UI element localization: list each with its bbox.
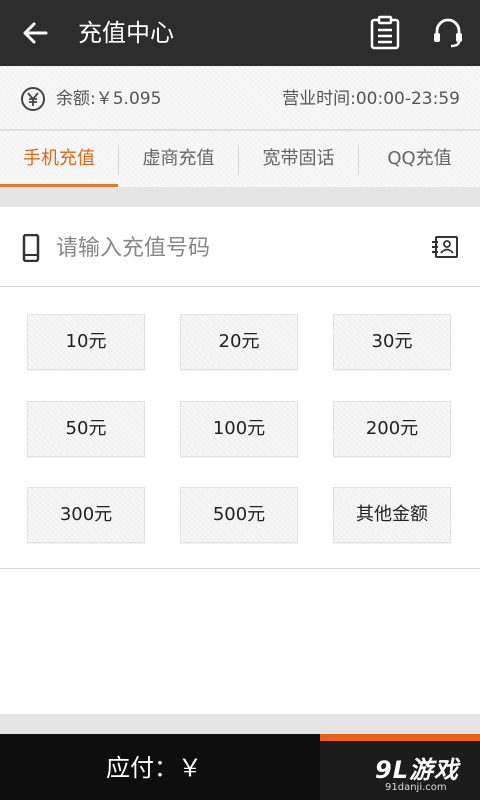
- business-hours: 营业时间:00:00-23:59: [282, 89, 460, 109]
- divider: [0, 286, 480, 287]
- balance-text: 余额:￥5.095: [56, 89, 162, 109]
- tab-mobile-recharge[interactable]: 手机充值: [0, 131, 118, 187]
- tab-qq-recharge[interactable]: QQ充值: [359, 131, 480, 187]
- active-tab-indicator: [0, 184, 118, 187]
- yen-coin-icon: [21, 87, 45, 111]
- mobile-phone-icon: [22, 234, 40, 262]
- amount-button-20[interactable]: 20元: [180, 314, 298, 370]
- amount-button-100[interactable]: 100元: [180, 401, 298, 457]
- amount-button-300[interactable]: 300元: [27, 487, 145, 543]
- back-arrow-icon[interactable]: [18, 16, 52, 50]
- clipboard-list-icon[interactable]: [368, 15, 402, 51]
- recharge-panel: [0, 207, 480, 714]
- watermark-url: 91danji.com: [385, 782, 447, 793]
- phone-number-input[interactable]: [56, 226, 406, 270]
- top-bar: [0, 0, 480, 66]
- tab-virtual-carrier[interactable]: 虚商充值: [119, 131, 238, 187]
- amount-button-50[interactable]: 50元: [27, 401, 145, 457]
- amount-button-10[interactable]: 10元: [27, 314, 145, 370]
- watermark-logo: 9L游戏: [375, 756, 459, 784]
- headset-icon[interactable]: [430, 15, 466, 51]
- divider: [0, 568, 480, 569]
- amount-due-label: 应付：￥: [106, 754, 202, 782]
- amount-button-other[interactable]: 其他金额: [333, 487, 451, 543]
- amount-button-200[interactable]: 200元: [333, 401, 451, 457]
- amount-button-500[interactable]: 500元: [180, 487, 298, 543]
- page-title: 充值中心: [78, 19, 174, 47]
- contacts-icon[interactable]: [431, 235, 459, 259]
- tab-broadband-landline[interactable]: 宽带固话: [239, 131, 358, 187]
- amount-button-30[interactable]: 30元: [333, 314, 451, 370]
